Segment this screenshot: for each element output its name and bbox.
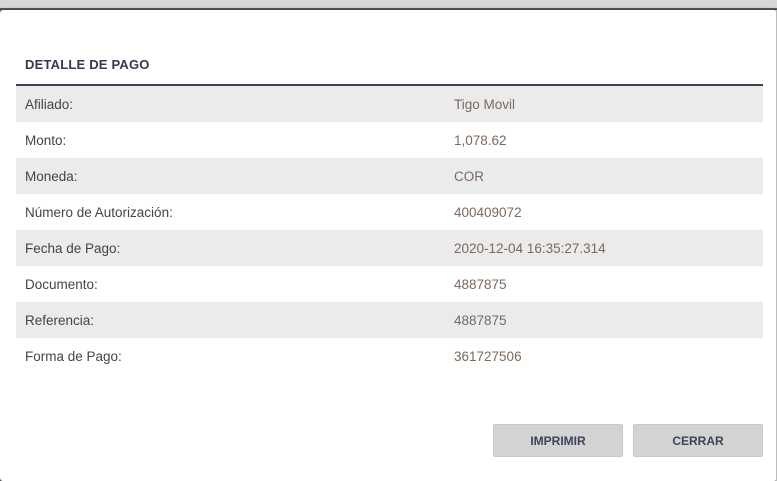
detail-row-fecha: Fecha de Pago: 2020-12-04 16:35:27.314 — [16, 230, 763, 266]
detail-row-forma-pago: Forma de Pago: 361727506 — [16, 338, 763, 374]
detail-value: 400409072 — [454, 204, 522, 220]
detail-label: Documento: — [25, 276, 98, 292]
detail-row-moneda: Moneda: COR — [16, 158, 763, 194]
detail-label: Número de Autorización: — [25, 204, 173, 220]
detail-label: Monto: — [25, 132, 67, 148]
detail-row-afiliado: Afiliado: Tigo Movil — [16, 86, 763, 122]
detail-label: Fecha de Pago: — [25, 240, 121, 256]
detail-label: Afiliado: — [25, 96, 74, 112]
payment-details-table: Afiliado: Tigo Movil Monto: 1,078.62 Mon… — [16, 86, 763, 374]
detail-label: Referencia: — [25, 312, 95, 328]
detail-value: COR — [454, 168, 484, 184]
detail-row-autorizacion: Número de Autorización: 400409072 — [16, 194, 763, 230]
modal-title: DETALLE DE PAGO — [25, 57, 150, 72]
detail-value: 4887875 — [454, 312, 507, 328]
detail-row-monto: Monto: 1,078.62 — [16, 122, 763, 158]
detail-label: Moneda: — [25, 168, 78, 184]
close-button[interactable]: CERRAR — [633, 424, 763, 457]
detail-row-documento: Documento: 4887875 — [16, 266, 763, 302]
background-page-strip — [0, 0, 777, 8]
print-button[interactable]: IMPRIMIR — [493, 424, 623, 457]
detail-label: Forma de Pago: — [25, 348, 122, 364]
detail-value: 361727506 — [454, 348, 522, 364]
detail-row-referencia: Referencia: 4887875 — [16, 302, 763, 338]
payment-detail-modal: DETALLE DE PAGO Afiliado: Tigo Movil Mon… — [0, 10, 777, 481]
detail-value: 4887875 — [454, 276, 507, 292]
detail-value: 1,078.62 — [454, 132, 507, 148]
detail-value: 2020-12-04 16:35:27.314 — [454, 240, 606, 256]
detail-value: Tigo Movil — [454, 96, 516, 112]
